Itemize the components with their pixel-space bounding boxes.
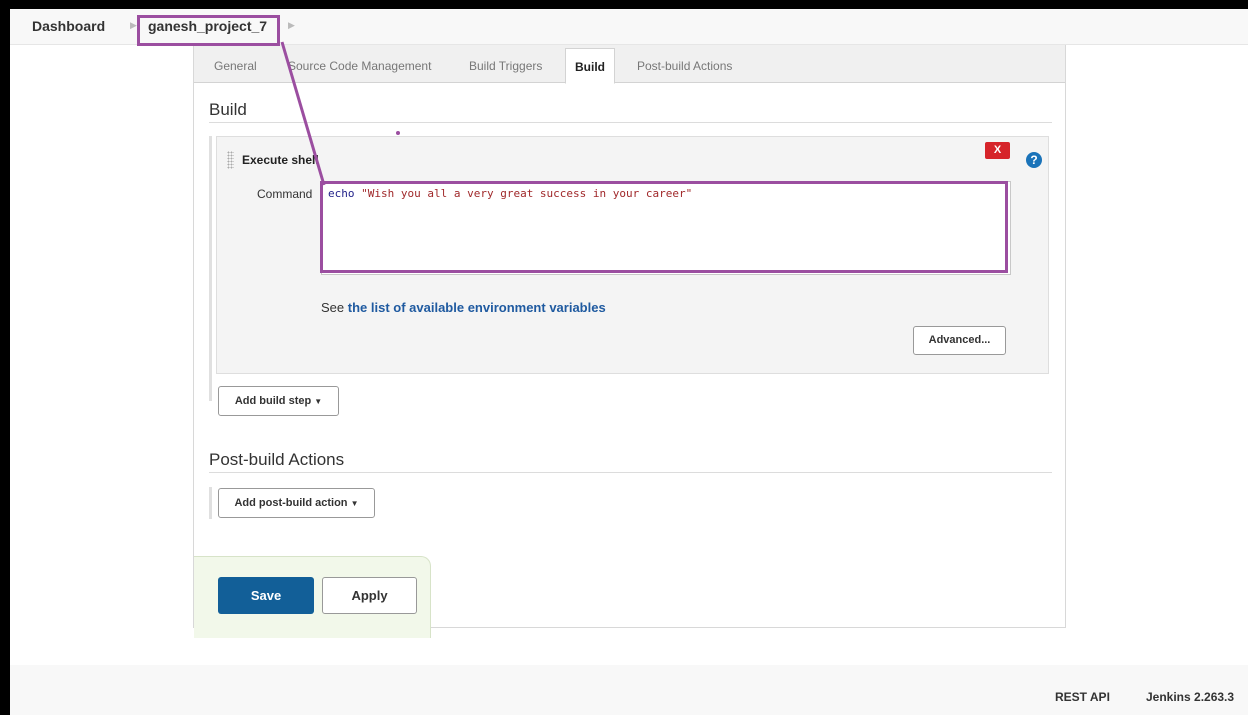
add-build-step-button[interactable]: Add build step ▼	[218, 386, 339, 416]
build-section-divider	[209, 122, 1052, 123]
post-build-section-divider	[209, 472, 1052, 473]
post-build-section-bar	[209, 487, 212, 519]
save-bar: Save Apply	[194, 556, 431, 638]
rest-api-link[interactable]: REST API	[1055, 690, 1110, 704]
tab-source-code-management[interactable]: Source Code Management	[288, 59, 431, 73]
tab-build-triggers[interactable]: Build Triggers	[469, 59, 542, 73]
config-tabbar: General Source Code Management Build Tri…	[194, 45, 1065, 84]
env-prefix: See	[321, 300, 345, 315]
build-section-title: Build	[209, 100, 247, 119]
drag-handle-icon[interactable]	[227, 151, 234, 169]
annotation-box-command	[320, 181, 1008, 273]
build-section-bar	[209, 136, 212, 401]
dropdown-caret-icon: ▼	[350, 499, 359, 508]
breadcrumb-dashboard[interactable]: Dashboard	[32, 18, 105, 34]
jenkins-version-link[interactable]: Jenkins 2.263.3	[1146, 690, 1234, 704]
save-button[interactable]: Save	[218, 577, 314, 614]
apply-button[interactable]: Apply	[322, 577, 417, 614]
dropdown-caret-icon: ▼	[314, 397, 323, 406]
add-build-step-label: Add build step	[234, 395, 312, 407]
tab-post-build-actions[interactable]: Post-build Actions	[637, 59, 732, 73]
help-icon[interactable]: ?	[1026, 152, 1042, 168]
step-title: Execute shell	[242, 153, 319, 167]
env-variables-link[interactable]: the list of available environment variab…	[348, 300, 606, 315]
jenkins-page: Dashboard ▶ ganesh_project_7 ▶ General S…	[10, 9, 1248, 715]
advanced-button[interactable]: Advanced...	[913, 326, 1006, 355]
breadcrumb-separator-icon: ▶	[130, 20, 137, 30]
tab-build[interactable]: Build	[565, 48, 615, 84]
command-label: Command	[257, 187, 313, 201]
breadcrumb-chevron-icon[interactable]: ▶	[288, 20, 295, 31]
tab-general[interactable]: General	[214, 59, 257, 73]
add-post-build-action-label: Add post-build action	[234, 497, 348, 509]
post-build-section-title: Post-build Actions	[209, 450, 345, 469]
add-post-build-action-button[interactable]: Add post-build action ▼	[218, 488, 375, 518]
env-variables-text: See the list of available environment va…	[321, 300, 606, 315]
delete-step-button[interactable]: X	[985, 142, 1010, 159]
config-panel: General Source Code Management Build Tri…	[193, 45, 1066, 638]
footer: REST API Jenkins 2.263.3	[10, 665, 1248, 715]
annotation-box-project	[137, 15, 280, 46]
